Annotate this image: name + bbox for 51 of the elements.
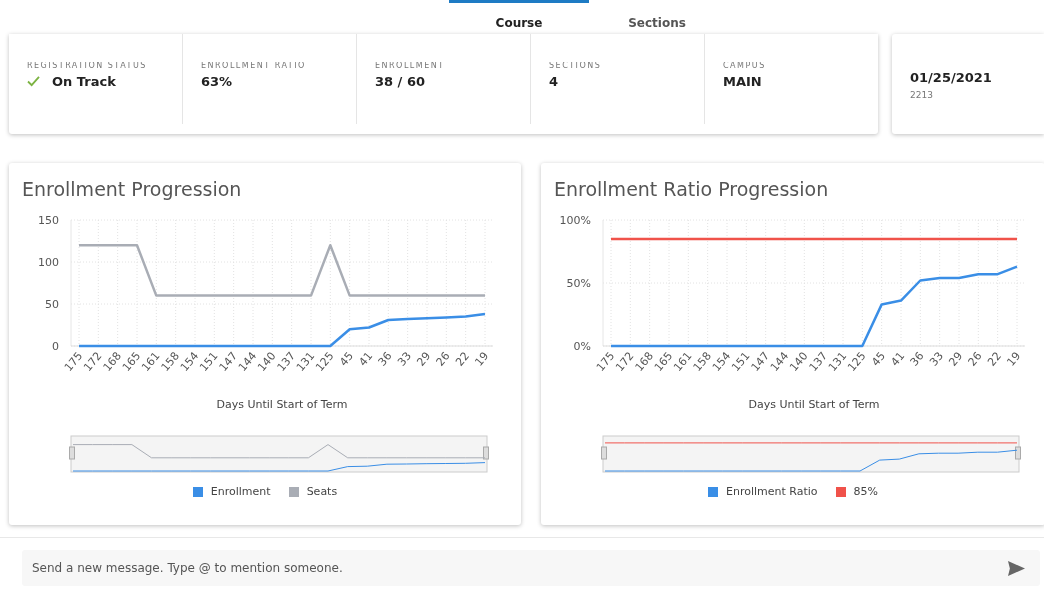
y-tick-label: 0 (52, 340, 59, 353)
stat-value: MAIN (723, 74, 762, 89)
x-tick-label: 26 (433, 349, 453, 369)
y-tick-label: 100% (559, 214, 591, 227)
stat-label: REGISTRATION STATUS (27, 62, 148, 71)
y-tick-label: 150 (38, 214, 59, 227)
check-icon (27, 76, 40, 87)
x-tick-label: 29 (946, 349, 966, 369)
x-tick-label: 41 (888, 349, 908, 369)
x-tick-label: 22 (985, 349, 1004, 369)
send-icon[interactable] (1007, 560, 1026, 577)
chart-title: Enrollment Progression (22, 178, 242, 200)
term-code: 2213 (910, 90, 934, 100)
y-tick-label: 50% (566, 277, 591, 290)
x-tick-label: 26 (965, 349, 985, 369)
legend-label[interactable]: 85% (853, 485, 878, 498)
x-axis-title: Days Until Start of Term (216, 398, 348, 411)
stat-label: ENROLLMENT (375, 62, 446, 71)
x-axis-title: Days Until Start of Term (748, 398, 880, 411)
x-tick-label: 29 (414, 349, 434, 369)
x-tick-label: 45 (337, 349, 356, 369)
x-tick-label: 19 (472, 349, 492, 369)
stat-label: SECTIONS (549, 62, 603, 71)
y-tick-label: 50 (45, 298, 59, 311)
legend-swatch (835, 486, 846, 497)
tab[interactable]: Sections (587, 0, 727, 34)
stat-value: 4 (549, 74, 559, 89)
legend-label[interactable]: Enrollment Ratio (726, 485, 818, 498)
y-tick-label: 0% (573, 340, 591, 353)
message-field[interactable]: Send a new message. Type @ to mention someone. (22, 550, 1040, 586)
x-tick-label: 19 (1004, 349, 1024, 369)
stat-value: 63% (201, 74, 233, 89)
legend-swatch (708, 486, 718, 497)
stat-value: 38 / 60 (375, 74, 425, 89)
x-tick-label: 41 (356, 349, 376, 369)
legend-label[interactable]: Enrollment (210, 485, 271, 498)
stat-label: ENROLLMENT RATIO (201, 62, 307, 71)
x-tick-label: 33 (395, 349, 414, 369)
legend-swatch (288, 486, 299, 497)
date-value: 01/25/2021 (910, 70, 993, 85)
x-tick-label: 33 (927, 349, 946, 369)
x-tick-label: 45 (869, 349, 888, 369)
legend-label[interactable]: Seats (306, 485, 338, 498)
y-tick-label: 100 (38, 256, 59, 269)
x-tick-label: 22 (453, 349, 472, 369)
x-tick-label: 36 (907, 349, 927, 369)
chart-title: Enrollment Ratio Progression (554, 178, 829, 200)
stat-label: CAMPUS (723, 62, 767, 71)
stat-value: On Track (52, 74, 116, 89)
x-tick-label: 36 (375, 349, 395, 369)
legend-swatch (192, 486, 203, 497)
